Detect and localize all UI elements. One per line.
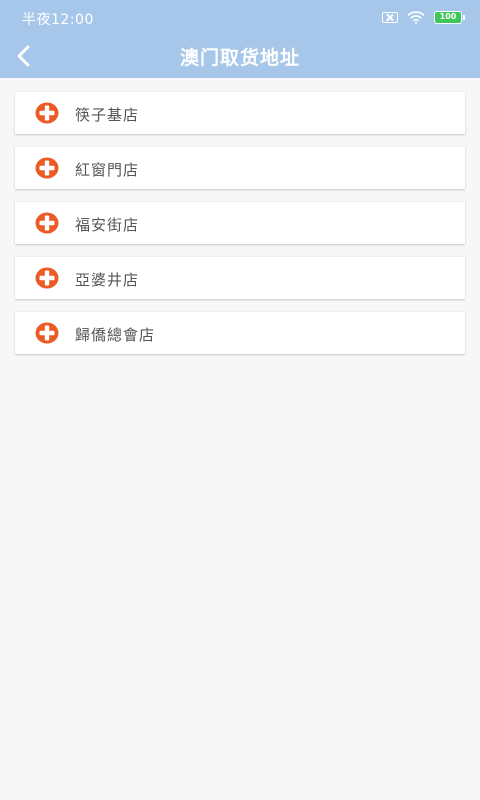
add-circle-icon[interactable] xyxy=(35,212,59,234)
add-circle-icon[interactable] xyxy=(35,267,59,289)
add-circle-icon[interactable] xyxy=(35,322,59,344)
no-sim-icon xyxy=(382,11,398,23)
store-item[interactable]: 紅窗門店 xyxy=(15,147,465,189)
store-name: 亞婆井店 xyxy=(75,271,140,289)
add-circle-icon[interactable] xyxy=(35,102,59,124)
store-name: 福安街店 xyxy=(75,216,140,234)
page-title: 澳门取货地址 xyxy=(179,47,300,69)
screen: 半夜12:00 100 澳门取货地址 筷子基店 紅窗門店 福安街店 亞婆井店 歸… xyxy=(0,0,480,800)
store-item[interactable]: 亞婆井店 xyxy=(15,257,465,299)
wifi-icon xyxy=(407,10,425,24)
store-name: 紅窗門店 xyxy=(75,161,140,179)
header-bar: 澳门取货地址 xyxy=(0,34,480,78)
status-bar: 半夜12:00 100 xyxy=(0,0,480,34)
status-time: 半夜12:00 xyxy=(22,12,94,28)
status-icons: 100 xyxy=(382,9,465,25)
add-circle-icon[interactable] xyxy=(35,157,59,179)
battery-icon: 100 xyxy=(434,10,465,24)
store-item[interactable]: 筷子基店 xyxy=(15,92,465,134)
store-name: 歸僑總會店 xyxy=(75,326,156,344)
store-item[interactable]: 歸僑總會店 xyxy=(15,312,465,354)
store-list: 筷子基店 紅窗門店 福安街店 亞婆井店 歸僑總會店 xyxy=(15,92,465,367)
store-name: 筷子基店 xyxy=(75,106,140,124)
battery-level: 100 xyxy=(439,12,457,21)
store-item[interactable]: 福安街店 xyxy=(15,202,465,244)
